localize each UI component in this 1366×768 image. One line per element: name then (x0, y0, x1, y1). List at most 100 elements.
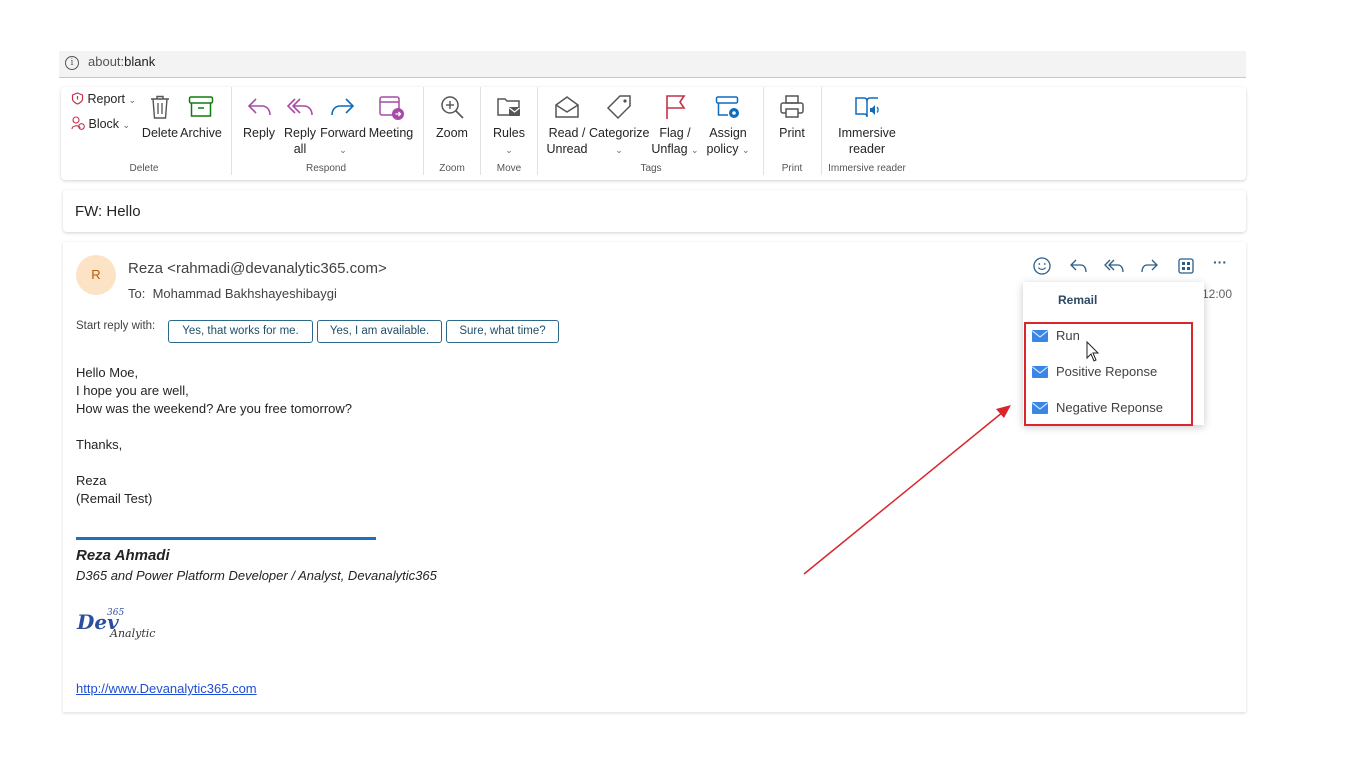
categorize-label: Categorize (589, 126, 650, 140)
body-line: Reza (76, 473, 107, 488)
block-button[interactable]: Block ⌄ (71, 116, 130, 131)
body-line: I hope you are well, (76, 383, 189, 398)
delete-label: Delete (141, 126, 179, 140)
divider (537, 87, 538, 175)
rules-label: Rules (493, 126, 525, 140)
reply-all-label-1: Reply (284, 126, 316, 140)
ribbon-toolbar: Report ⌄ Block ⌄ Delete Archive Delete R… (61, 87, 1246, 180)
sender[interactable]: Reza <rahmadi@devanalytic365.com> (128, 260, 387, 277)
body-line: (Remail Test) (76, 491, 153, 506)
flag-icon (666, 95, 686, 119)
printer-icon (780, 95, 804, 118)
subject-title: FW: Hello (75, 203, 141, 220)
assign-label-1: Assign (709, 126, 747, 140)
highlight-annotation-box (1024, 322, 1193, 426)
divider (821, 87, 822, 175)
immersive-label-1: Immersive (838, 126, 896, 140)
assign-label-2: policy (706, 142, 739, 156)
archive-button[interactable]: Archive (179, 93, 223, 141)
read-unread-button[interactable]: Read / Unread (545, 93, 589, 157)
envelope-open-icon (555, 96, 579, 118)
report-button[interactable]: Report ⌄ (71, 92, 136, 106)
info-icon[interactable]: i (65, 56, 79, 70)
signature-divider (76, 537, 376, 540)
report-label: Report (87, 92, 126, 106)
zoom-button[interactable]: Zoom (432, 93, 472, 141)
menu-header: Remail (1058, 293, 1098, 307)
forward-chevron-icon: ⌄ (339, 145, 347, 155)
group-label-tags: Tags (640, 163, 662, 174)
shield-icon (71, 92, 84, 105)
avatar[interactable]: R (76, 255, 116, 295)
print-button[interactable]: Print (773, 93, 811, 141)
zoom-in-icon (441, 96, 464, 119)
archive-icon (188, 96, 214, 117)
forward-icon[interactable] (1140, 256, 1160, 276)
delete-button[interactable]: Delete (139, 93, 181, 141)
start-reply-label: Start reply with: (76, 320, 156, 332)
assign-policy-button[interactable]: Assign policy ⌄ (703, 93, 753, 158)
print-label: Print (779, 126, 805, 140)
suggested-reply-1[interactable]: Yes, that works for me. (168, 320, 313, 343)
reply-button[interactable]: Reply (241, 93, 277, 141)
message-body: Hello Moe, I hope you are well, How was … (76, 364, 352, 508)
group-label-move: Move (496, 163, 522, 174)
recipients: To: Mohammad Bakhshayeshibaygi (128, 286, 337, 301)
url-suffix: blank (124, 54, 156, 69)
forward-icon (331, 98, 355, 116)
flag-chevron-icon: ⌄ (691, 145, 699, 155)
reply-all-button[interactable]: Reply all (282, 93, 318, 157)
rules-button[interactable]: Rules ⌄ (489, 93, 529, 158)
group-label-zoom: Zoom (439, 163, 465, 174)
categorize-button[interactable]: Categorize ⌄ (589, 93, 649, 158)
read-label-2: Unread (546, 142, 588, 156)
url-prefix: about: (88, 54, 125, 69)
trash-icon (151, 95, 169, 119)
archive-label: Archive (180, 126, 222, 140)
body-line: Hello Moe, (76, 365, 139, 380)
url-text[interactable]: about:blank (88, 54, 155, 69)
website-link[interactable]: http://www.Devanalytic365.com (76, 681, 257, 696)
signature-name: Reza Ahmadi (76, 547, 170, 564)
zoom-label: Zoom (436, 126, 468, 140)
reply-icon[interactable] (1068, 256, 1088, 276)
suggested-reply-2[interactable]: Yes, I am available. (317, 320, 442, 343)
block-label: Block (88, 117, 120, 131)
body-line: How was the weekend? Are you free tomorr… (76, 401, 353, 416)
apps-icon[interactable] (1176, 256, 1196, 276)
body-line: Thanks, (76, 437, 123, 452)
rules-chevron-icon: ⌄ (505, 145, 513, 155)
meeting-button[interactable]: Meeting (367, 93, 415, 141)
group-label-delete: Delete (129, 163, 159, 174)
divider (423, 87, 424, 175)
message-time: 12:00 (1202, 287, 1233, 301)
subject-bar: FW: Hello (63, 190, 1246, 232)
reply-all-icon[interactable] (1104, 256, 1124, 276)
assign-chevron-icon: ⌄ (741, 145, 750, 155)
body-line (76, 454, 352, 472)
flag-button[interactable]: Flag / Unflag ⌄ (649, 93, 701, 158)
recipient-name[interactable]: Mohammad Bakhshayeshibaygi (153, 286, 337, 301)
divider (480, 87, 481, 175)
group-label-respond: Respond (305, 163, 347, 174)
devanalytic-logo: Dev 365 Analytic (77, 608, 156, 640)
meeting-label: Meeting (368, 126, 414, 140)
group-label-immersive: Immersive reader (828, 163, 906, 174)
signature-title: D365 and Power Platform Developer / Anal… (76, 568, 437, 583)
suggested-reply-3[interactable]: Sure, what time? (446, 320, 559, 343)
immersive-reader-button[interactable]: Immersive reader (833, 93, 901, 157)
categorize-chevron-icon: ⌄ (615, 145, 623, 155)
more-actions-icon[interactable]: ··· (1213, 254, 1233, 274)
divider (231, 87, 232, 175)
reply-icon (247, 98, 271, 116)
reply-all-label-2: all (293, 142, 307, 156)
immersive-reader-icon (855, 97, 879, 118)
body-line (76, 418, 352, 436)
emoji-icon[interactable] (1032, 256, 1052, 276)
reply-all-icon (286, 98, 313, 116)
meeting-icon (379, 96, 404, 120)
group-label-print: Print (781, 163, 803, 174)
assign-policy-icon (715, 96, 739, 118)
forward-button[interactable]: Forward ⌄ (320, 93, 366, 158)
address-bar[interactable]: i about:blank (59, 51, 1246, 78)
